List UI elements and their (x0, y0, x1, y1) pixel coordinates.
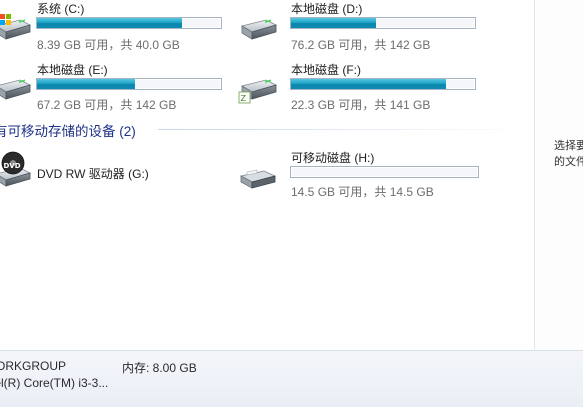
drive-free-space: 76.2 GB 可用，共 142 GB (291, 38, 431, 52)
drive-name: 本地磁盘 (E:) (37, 63, 108, 77)
drive-e[interactable]: 本地磁盘 (E:) 67.2 GB 可用，共 142 GB (0, 60, 230, 115)
hard-drive-icon: Z (238, 72, 278, 104)
preview-pane-message: 选择要预 的文件。 (554, 140, 583, 168)
drive-free-space: 14.5 GB 可用，共 14.5 GB (291, 185, 434, 199)
drive-usage-fill (291, 18, 376, 28)
drive-g-dvd[interactable]: DVD DVD RW 驱动器 (G:) (0, 148, 230, 198)
group-divider (158, 129, 534, 130)
drive-usage-bar (36, 78, 222, 90)
workgroup-value: ORKGROUP (0, 359, 67, 373)
memory-value: 内存: 8.00 GB (122, 361, 197, 375)
drive-name: DVD RW 驱动器 (G:) (37, 167, 149, 181)
drive-free-space: 67.2 GB 可用，共 142 GB (37, 98, 177, 112)
svg-text:DVD: DVD (4, 162, 21, 170)
drive-h-removable[interactable]: 可移动磁盘 (H:) 14.5 GB 可用，共 14.5 GB (236, 148, 496, 199)
drive-content-area: 系统 (C:) 8.39 GB 可用，共 40.0 GB 本地磁盘 (D:) 7… (0, 0, 534, 350)
drive-usage-fill (37, 79, 135, 89)
hard-drive-icon (0, 72, 32, 104)
drive-usage-bar (290, 78, 476, 90)
dvd-drive-icon: DVD (0, 151, 32, 187)
removable-group-header[interactable]: 有可移动存储的设备 (2) (0, 120, 136, 140)
drive-free-space: 22.3 GB 可用，共 141 GB (291, 98, 431, 112)
processor-value: tel(R) Core(TM) i3-3... (0, 376, 109, 390)
drive-c[interactable]: 系统 (C:) 8.39 GB 可用，共 40.0 GB (0, 0, 230, 55)
hard-drive-icon (238, 12, 278, 44)
drive-free-space: 8.39 GB 可用，共 40.0 GB (37, 38, 180, 52)
drive-usage-bar (290, 17, 476, 29)
preview-pane: 选择要预 的文件。 (534, 0, 583, 350)
drive-name: 本地磁盘 (F:) (291, 63, 361, 77)
drive-f[interactable]: Z 本地磁盘 (F:) 22.3 GB 可用，共 141 GB (236, 60, 496, 115)
drive-name: 可移动磁盘 (H:) (291, 151, 375, 165)
drive-usage-bar (290, 166, 479, 178)
system-drive-icon (0, 14, 32, 44)
svg-text:Z: Z (241, 94, 247, 103)
drive-name: 系统 (C:) (37, 2, 85, 16)
drive-name: 本地磁盘 (D:) (291, 2, 363, 16)
details-pane: ORKGROUP 内存: 8.00 GB tel(R) Core(TM) i3-… (0, 350, 583, 407)
drive-usage-fill (291, 79, 446, 89)
drive-d[interactable]: 本地磁盘 (D:) 76.2 GB 可用，共 142 GB (236, 0, 496, 55)
drive-usage-fill (37, 18, 183, 28)
removable-disk-icon (239, 169, 277, 189)
drive-usage-bar (36, 17, 222, 29)
